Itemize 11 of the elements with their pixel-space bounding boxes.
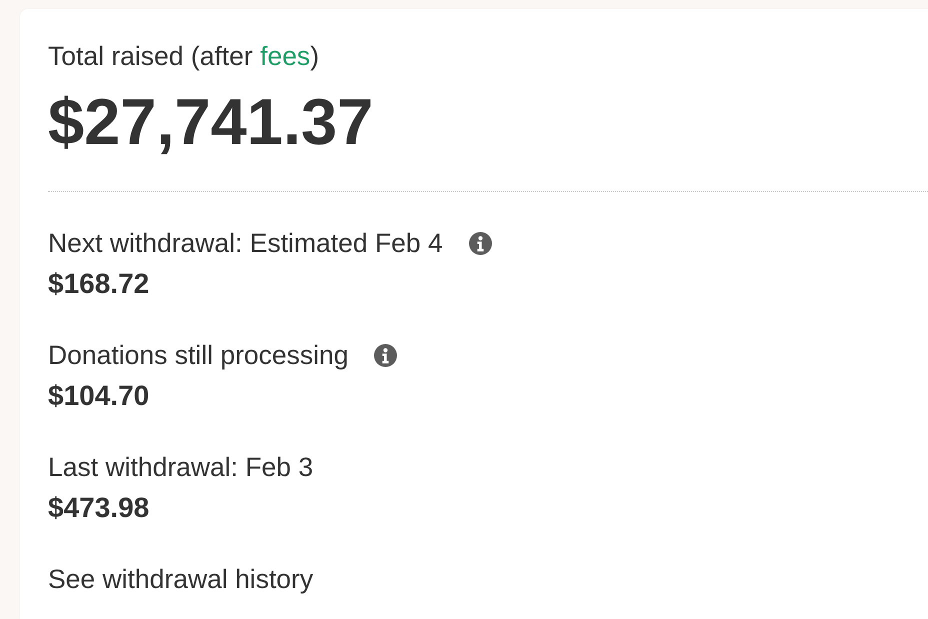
info-icon[interactable]	[468, 232, 492, 254]
info-icon[interactable]	[374, 344, 398, 366]
withdrawal-amount: $168.72	[48, 267, 150, 301]
total-raised-amount: $27,741.37	[48, 86, 374, 158]
withdrawal-label: Last withdrawal: Feb 3	[48, 451, 314, 484]
total-raised-label: Total raised (after fees)	[48, 40, 320, 73]
withdrawal-amount: $104.70	[48, 379, 150, 413]
withdrawal-amount: $473.98	[48, 491, 150, 525]
withdrawal-label: Donations still processing	[48, 339, 348, 372]
withdrawal-label: Next withdrawal: Estimated Feb 4	[48, 227, 443, 260]
withdrawal-history-link[interactable]: See withdrawal history	[48, 562, 314, 596]
